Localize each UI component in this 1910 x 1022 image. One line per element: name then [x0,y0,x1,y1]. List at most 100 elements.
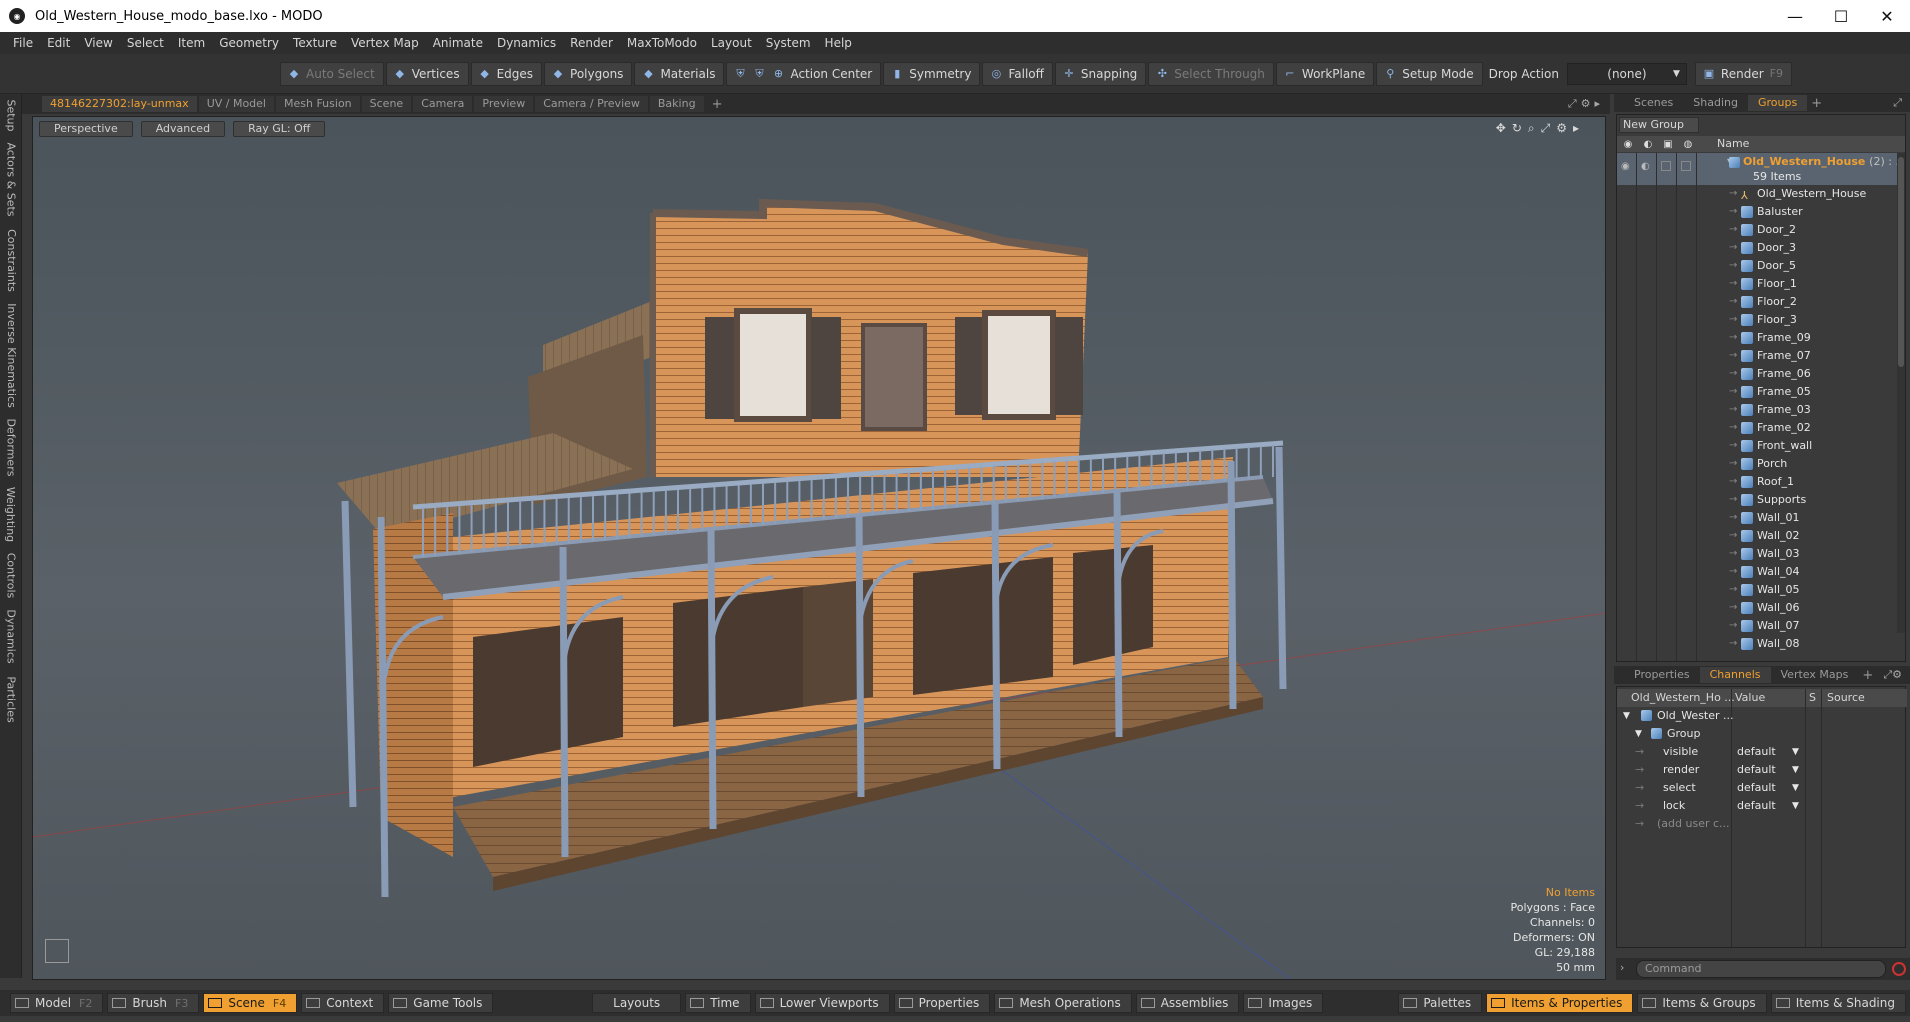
group-list-item[interactable]: → Wall_08 [1617,635,1905,653]
tab-camera-preview[interactable]: Camera / Preview [535,96,648,112]
channel-source-header[interactable]: Source [1827,689,1865,707]
group-list-item[interactable]: → Frame_03 [1617,401,1905,419]
menu-vertex-map[interactable]: Vertex Map [344,36,426,50]
group-list-item[interactable]: → Door_3 [1617,239,1905,257]
channel-row[interactable]: → select default ▼ [1617,779,1907,797]
group-list-item[interactable]: → Supports [1617,491,1905,509]
tab-layout-unmax[interactable]: 48146227302:lay-unmax [42,96,197,112]
vtab-dynamics[interactable]: Dynamics [0,606,22,666]
channel-group-row[interactable]: ▼ Group [1617,725,1907,743]
vtab-setup[interactable]: Setup [0,98,22,132]
group-list-item[interactable]: → Frame_06 [1617,365,1905,383]
maximize-button[interactable]: ☐ [1818,0,1864,32]
auto-select-button[interactable]: ◆ Auto Select [280,61,384,86]
group-list-item[interactable]: → Wall_02 [1617,527,1905,545]
vtab-weighting[interactable]: Weighting [0,484,22,544]
tab-properties[interactable]: Properties [1624,667,1700,683]
group-list-item[interactable]: → Door_5 [1617,257,1905,275]
brush-layout-button[interactable]: Brush F3 [107,993,200,1013]
eye-icon[interactable]: ◉ [1621,137,1635,151]
channel-row[interactable]: → lock default ▼ [1617,797,1907,815]
channel-row[interactable]: → visible default ▼ [1617,743,1907,761]
materials-button[interactable]: ◆ Materials [634,61,725,86]
tab-mesh-fusion[interactable]: Mesh Fusion [276,96,360,112]
group-list-item[interactable]: → Porch [1617,455,1905,473]
menu-file[interactable]: File [6,36,40,50]
items-properties-button[interactable]: Items & Properties [1486,993,1634,1013]
menu-edit[interactable]: Edit [40,36,77,50]
polygons-button[interactable]: ◆ Polygons [544,61,633,86]
tab-preview[interactable]: Preview [474,96,534,112]
viewport-nav-icons[interactable]: ✥↻⌕⤢⚙▸ [1496,121,1585,136]
group-list-item[interactable]: → Wall_05 [1617,581,1905,599]
group-list-item[interactable]: → Roof_1 [1617,473,1905,491]
expand-icon[interactable]: ▼ [1623,707,1630,725]
tab-uv-model[interactable]: UV / Model [198,96,274,112]
add-tab-icon[interactable]: + [1811,96,1822,111]
vtab-controls[interactable]: Controls [0,550,22,600]
vtab-actors-sets[interactable]: Actors & Sets [0,138,22,220]
menu-dynamics[interactable]: Dynamics [490,36,563,50]
command-history-icon[interactable]: › [1620,961,1624,974]
group-list-item[interactable]: → Frame_02 [1617,419,1905,437]
perspective-button[interactable]: Perspective [39,121,133,137]
menu-render[interactable]: Render [563,36,620,50]
group-list-item[interactable]: → Frame_07 [1617,347,1905,365]
symmetry-button[interactable]: ▮ Symmetry [883,61,981,86]
render-toggle-icon[interactable]: ◐ [1641,137,1655,151]
channel-item-row[interactable]: ▼ Old_Wester ... [1617,707,1907,725]
drop-action-select[interactable]: (none) ▼ [1566,62,1687,85]
add-tab-icon[interactable]: + [1862,668,1873,683]
chevron-down-icon[interactable]: ▼ [1792,743,1799,761]
snapping-button[interactable]: ✛ Snapping [1054,61,1147,86]
tab-scenes[interactable]: Scenes [1624,95,1683,111]
group-list-item[interactable]: → Floor_1 [1617,275,1905,293]
select-through-button[interactable]: ✣ Select Through [1148,61,1274,86]
menu-select[interactable]: Select [120,36,171,50]
properties-button[interactable]: Properties [893,993,991,1013]
scene-layout-button[interactable]: Scene F4 [203,993,298,1013]
menu-geometry[interactable]: Geometry [212,36,286,50]
model-layout-button[interactable]: Model F2 [10,993,104,1013]
menu-animate[interactable]: Animate [426,36,490,50]
vtab-constraints[interactable]: Constraints [0,226,22,294]
expand-icon[interactable]: ⤢⚙ [1883,668,1902,682]
context-button[interactable]: Context [301,993,385,1013]
menu-help[interactable]: Help [818,36,859,50]
menu-item[interactable]: Item [171,36,212,50]
group-list-item[interactable]: → Floor_3 [1617,311,1905,329]
group-list-item[interactable]: → Wall_07 [1617,617,1905,635]
palettes-button[interactable]: Palettes [1398,993,1483,1013]
minimize-button[interactable]: — [1772,0,1818,32]
vtab-particles[interactable]: Particles [0,672,22,726]
group-list-item[interactable]: → Wall_04 [1617,563,1905,581]
chevron-down-icon[interactable]: ▼ [1792,761,1799,779]
menu-system[interactable]: System [759,36,818,50]
group-list-item[interactable]: → Door_2 [1617,221,1905,239]
mesh-operations-button[interactable]: Mesh Operations [994,993,1132,1013]
render-button[interactable]: ▣ Render F9 [1694,61,1792,86]
expand-icon[interactable]: ⤢ [1893,96,1902,110]
menu-maxtomodo[interactable]: MaxToModo [620,36,704,50]
command-input[interactable]: Command [1636,960,1886,978]
group-list-item[interactable]: → Baluster [1617,203,1905,221]
vtab-deformers[interactable]: Deformers [0,416,22,478]
time-button[interactable]: Time [685,993,751,1013]
name-column-header[interactable]: Name [1717,136,1749,152]
items-groups-button[interactable]: Items & Groups [1637,993,1767,1013]
record-macro-icon[interactable] [1892,962,1906,976]
action-center-button[interactable]: ⛨ ⛨ ⊕ Action Center [726,61,882,86]
tab-channels[interactable]: Channels [1699,667,1771,683]
channel-value-header[interactable]: Value [1735,689,1765,707]
tab-vertex-maps[interactable]: Vertex Maps [1771,667,1859,683]
group-list-item[interactable]: → Frame_09 [1617,329,1905,347]
menu-texture[interactable]: Texture [286,36,344,50]
raygl-button[interactable]: Ray GL: Off [233,121,326,137]
add-user-channel-row[interactable]: → (add user c... [1617,815,1907,833]
items-shading-button[interactable]: Items & Shading [1770,993,1906,1013]
vertices-button[interactable]: ◆ Vertices [385,61,469,86]
setup-mode-button[interactable]: ⚲ Setup Mode [1376,61,1483,86]
viewport-tab-tools-icon[interactable]: ⤢⚙▸ [1568,97,1604,111]
group-list-item[interactable]: → Floor_2 [1617,293,1905,311]
edges-button[interactable]: ◆ Edges [470,61,543,86]
